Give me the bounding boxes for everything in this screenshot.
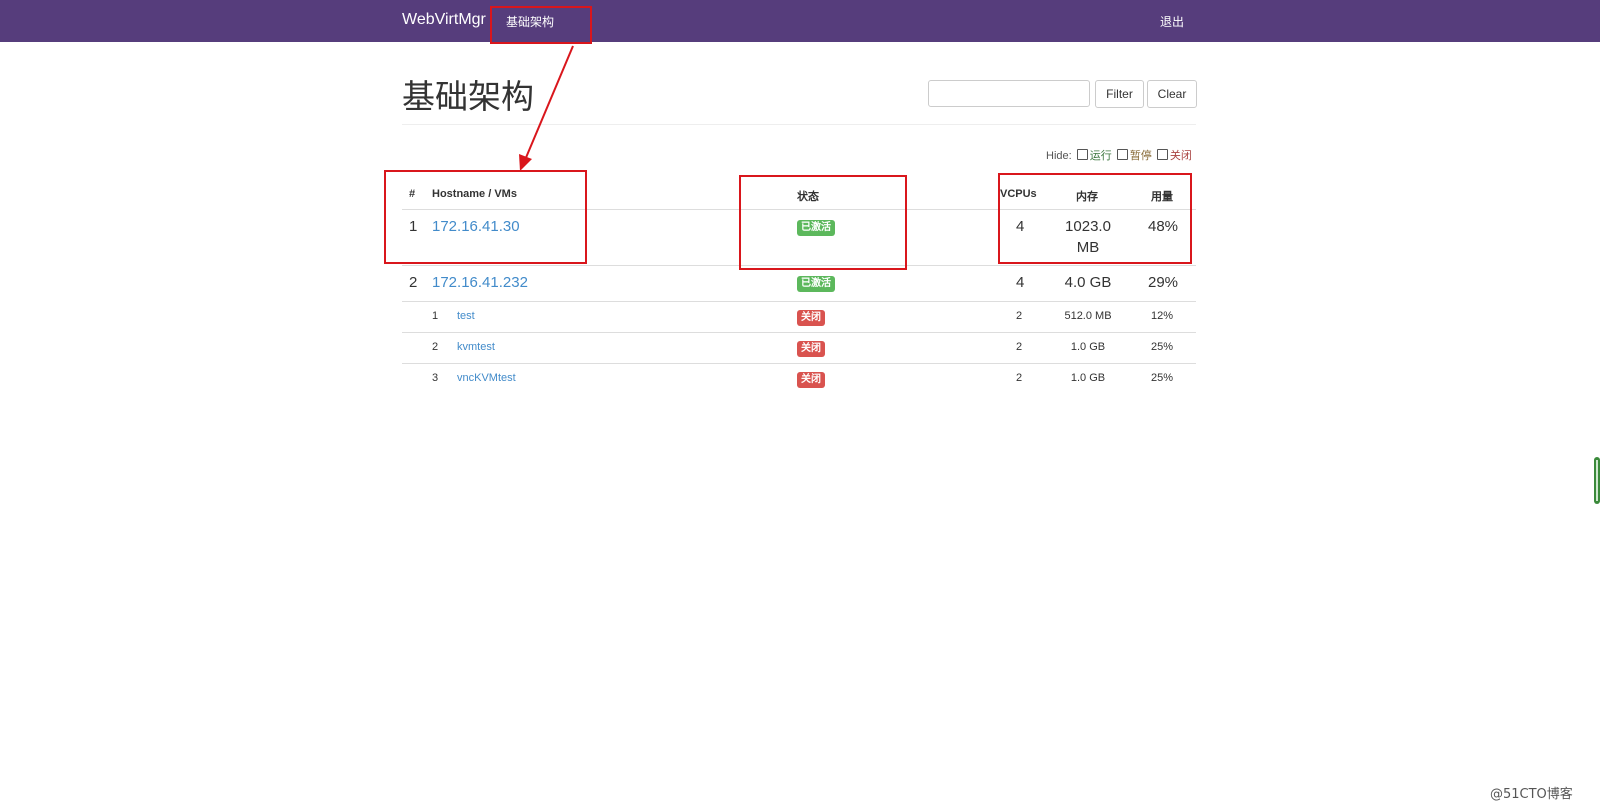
annotation-arrow: [519, 45, 574, 171]
scrollbar-thumb[interactable]: [1594, 457, 1600, 504]
watermark: @51CTO博客: [1490, 787, 1573, 802]
